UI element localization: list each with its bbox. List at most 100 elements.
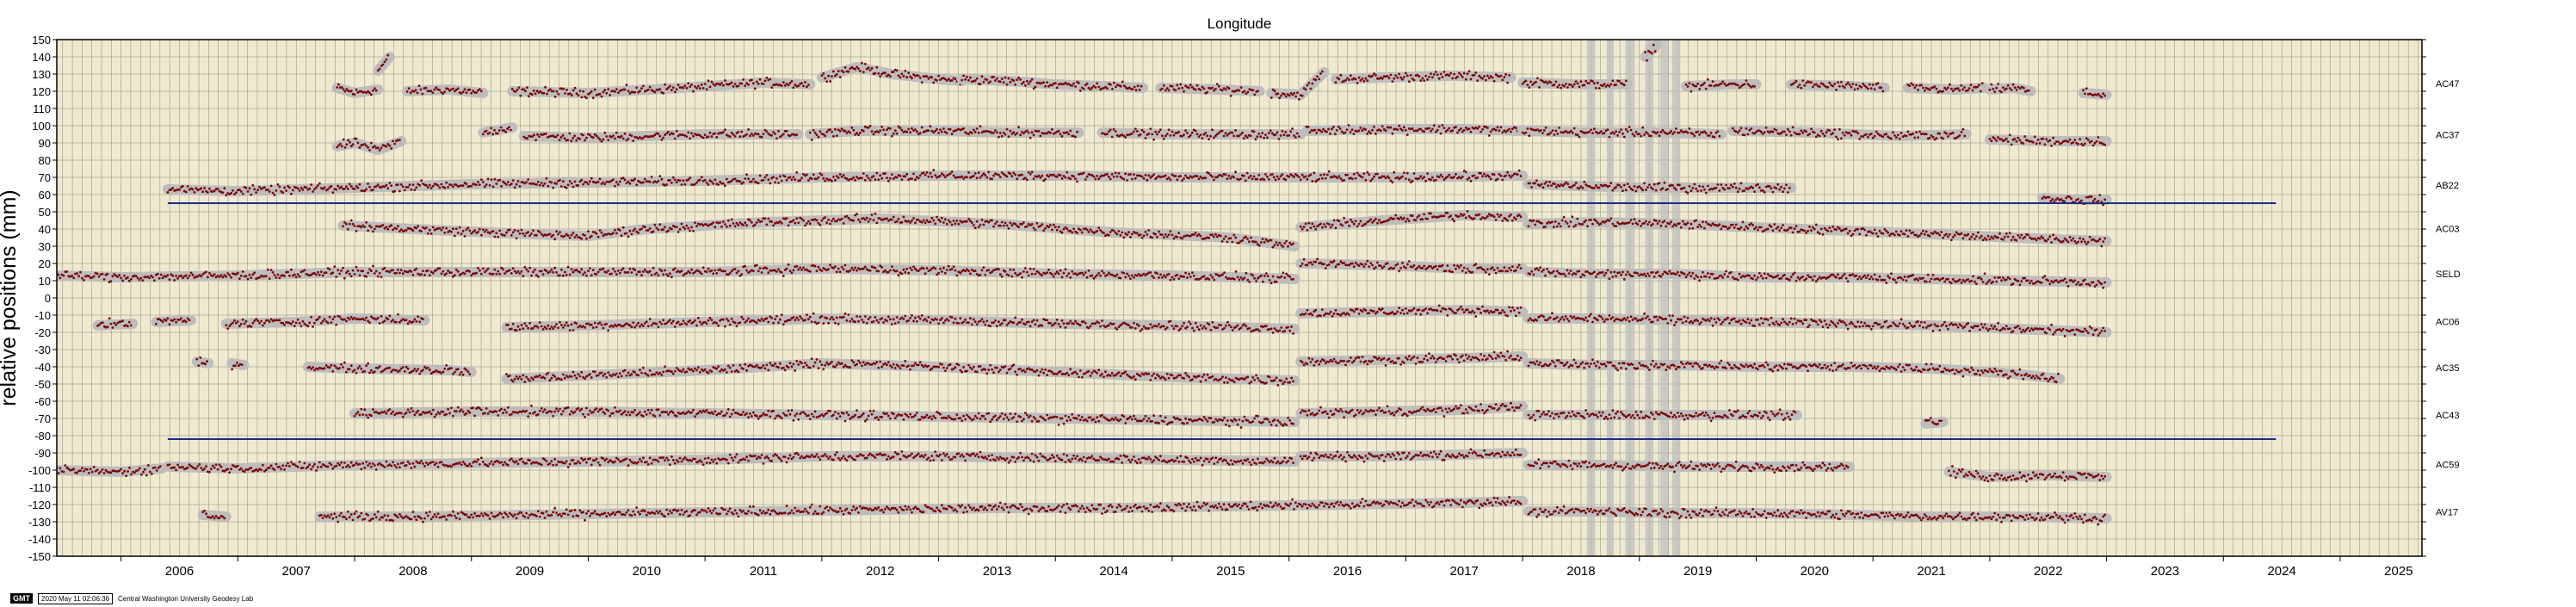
data-point	[690, 226, 693, 229]
data-point	[765, 130, 769, 133]
data-point	[356, 269, 360, 272]
data-point	[1818, 232, 1821, 235]
data-point	[753, 223, 757, 226]
data-point	[1199, 234, 1202, 238]
data-point	[1501, 178, 1504, 182]
data-point	[1725, 183, 1727, 187]
data-point	[640, 87, 643, 90]
data-point	[772, 176, 775, 179]
data-point	[713, 226, 717, 229]
data-point	[1335, 128, 1338, 132]
data-point	[979, 176, 982, 179]
data-point	[1059, 174, 1062, 177]
data-point	[757, 219, 760, 221]
data-point	[1051, 273, 1053, 276]
data-point	[2091, 200, 2095, 203]
data-point	[806, 222, 808, 225]
data-point	[429, 90, 433, 92]
data-point	[228, 274, 231, 276]
data-point	[559, 274, 561, 277]
data-point	[787, 263, 790, 266]
data-point	[1208, 171, 1210, 175]
data-point	[1080, 231, 1084, 234]
data-point	[996, 77, 998, 80]
data-point	[930, 176, 934, 178]
data-point	[1419, 79, 1423, 83]
data-point	[863, 265, 867, 269]
data-point	[1690, 189, 1693, 193]
data-point	[2000, 90, 2003, 94]
data-point	[1245, 235, 1247, 238]
data-point	[166, 191, 170, 194]
data-point	[580, 178, 584, 182]
data-point	[398, 139, 401, 142]
data-point	[772, 224, 775, 227]
data-point	[346, 187, 349, 190]
data-point	[1288, 133, 1291, 137]
data-point	[2048, 195, 2051, 199]
data-point	[340, 185, 343, 189]
data-point	[1720, 183, 1723, 186]
data-point	[315, 186, 318, 189]
data-point	[1188, 86, 1190, 90]
data-point	[1386, 75, 1389, 77]
data-point	[774, 181, 776, 184]
data-point	[1677, 183, 1681, 187]
data-point	[315, 273, 318, 276]
data-point	[1005, 224, 1009, 227]
data-point	[1644, 51, 1646, 53]
data-point	[415, 226, 418, 230]
data-point	[1195, 133, 1199, 136]
data-point	[1220, 175, 1224, 178]
data-point	[1224, 173, 1227, 177]
data-point	[1029, 80, 1032, 83]
data-point	[383, 267, 386, 269]
data-point	[1940, 231, 1943, 233]
data-point	[1748, 84, 1751, 87]
data-point	[1918, 130, 1921, 133]
data-point	[763, 217, 767, 220]
data-point	[1460, 73, 1462, 77]
data-point	[562, 274, 565, 277]
data-point	[1652, 43, 1655, 46]
data-point	[313, 188, 316, 191]
data-point	[1800, 129, 1803, 133]
data-point	[1646, 186, 1649, 189]
data-point	[1668, 222, 1671, 226]
data-point	[808, 131, 812, 134]
data-point	[1078, 82, 1080, 84]
data-point	[767, 217, 770, 220]
data-point	[213, 189, 216, 193]
data-point	[498, 229, 502, 232]
data-point	[887, 179, 890, 183]
data-point	[794, 178, 797, 182]
data-point	[201, 190, 205, 194]
data-point	[513, 229, 516, 232]
data-point	[1174, 89, 1177, 92]
data-point	[1053, 82, 1057, 85]
data-point	[1571, 215, 1574, 219]
data-point	[1099, 229, 1102, 232]
data-point	[1106, 87, 1109, 90]
data-point	[219, 274, 223, 277]
data-point	[1801, 79, 1805, 82]
data-point	[1140, 175, 1144, 178]
data-point	[959, 271, 962, 275]
data-point	[680, 222, 683, 226]
data-point	[1938, 233, 1942, 237]
data-point	[342, 225, 344, 228]
data-point	[355, 88, 358, 91]
data-point	[1720, 227, 1723, 231]
data-point	[937, 271, 940, 275]
data-point	[1541, 222, 1543, 225]
data-point	[445, 181, 448, 184]
data-point	[1609, 217, 1613, 220]
data-point	[1060, 135, 1064, 138]
data-point	[1476, 176, 1480, 179]
data-point	[1151, 175, 1154, 178]
data-point	[1211, 233, 1214, 237]
data-point	[886, 177, 888, 180]
data-point	[595, 134, 598, 138]
data-point	[1269, 96, 1273, 99]
data-point	[585, 136, 588, 139]
